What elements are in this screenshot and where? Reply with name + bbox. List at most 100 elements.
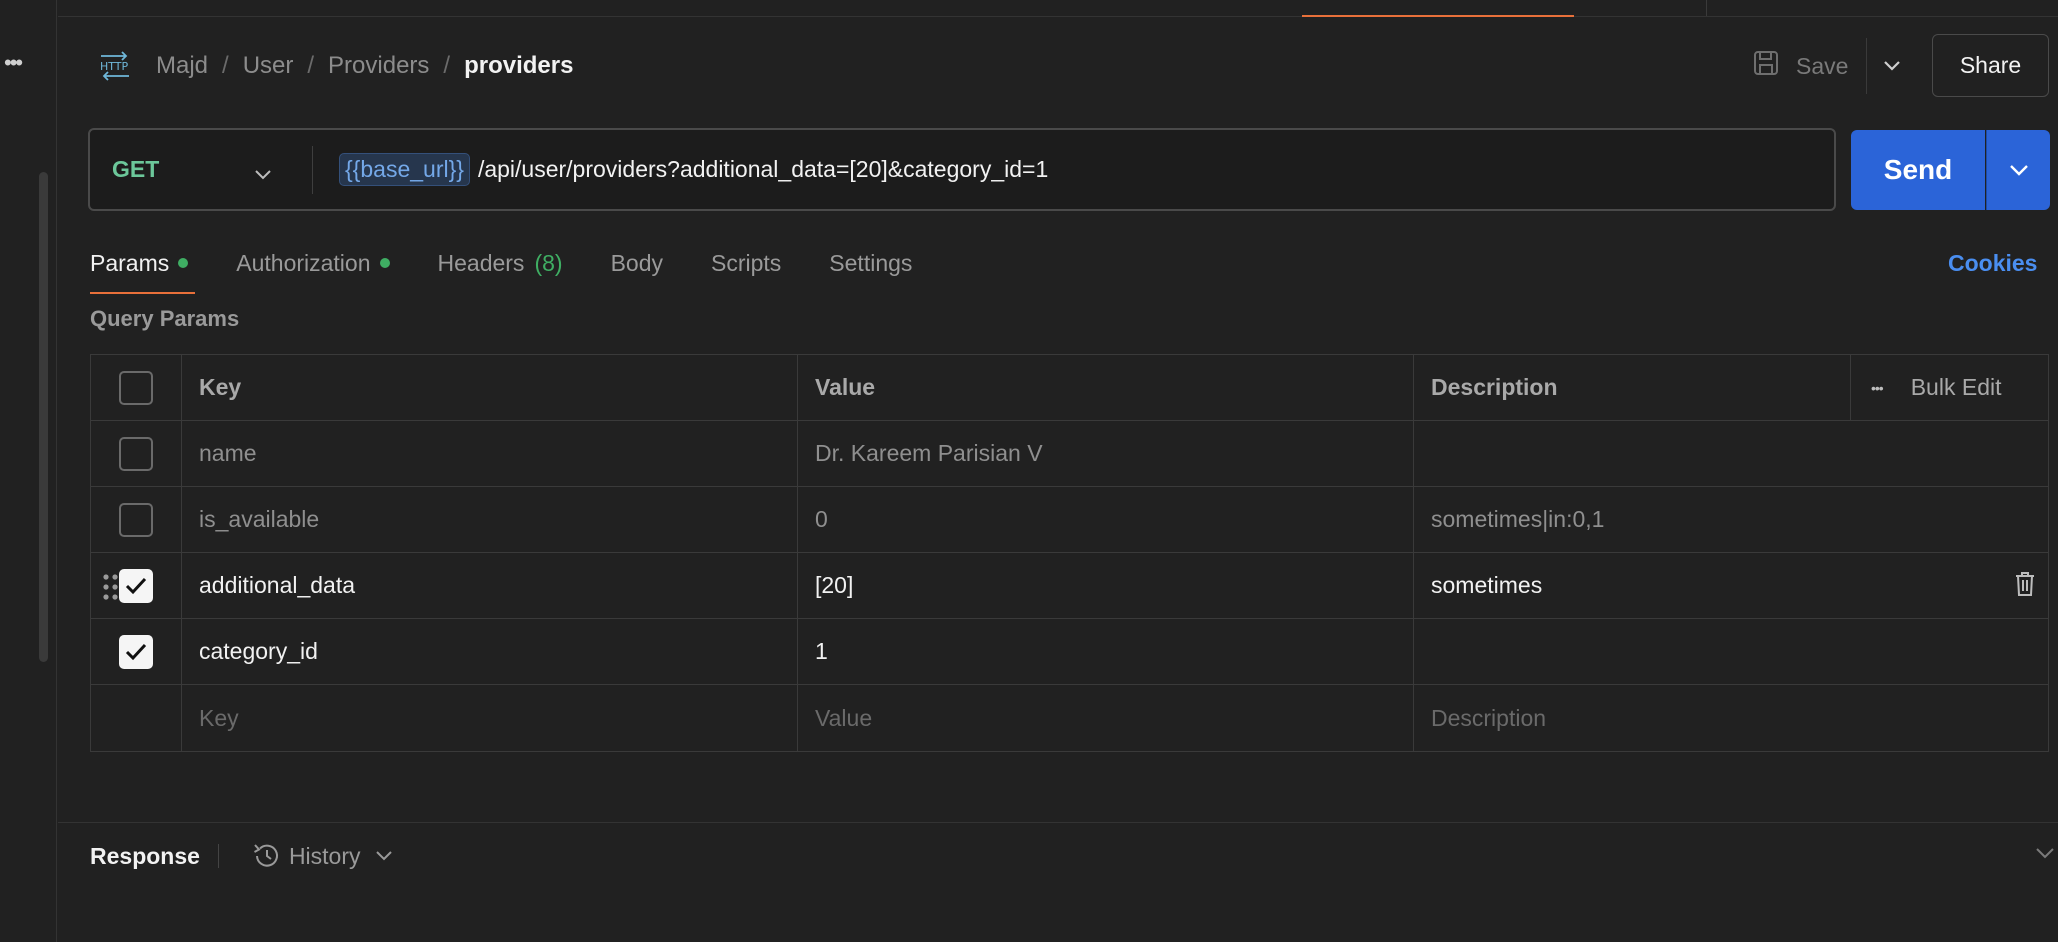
new-key-input[interactable]: Key bbox=[182, 685, 798, 751]
method-label: GET bbox=[112, 156, 160, 182]
table-row: additional_data [20] sometimes bbox=[91, 553, 2048, 619]
param-value[interactable]: 1 bbox=[798, 619, 1414, 684]
bulk-edit-button[interactable]: ••• Bulk Edit bbox=[1851, 355, 2048, 420]
sidebar-scrollbar[interactable] bbox=[39, 172, 48, 662]
column-header-description: Description bbox=[1414, 355, 1851, 420]
http-icon: HTTP bbox=[98, 49, 132, 83]
trash-icon[interactable] bbox=[2014, 571, 2036, 603]
new-param-row: Key Value Description bbox=[91, 685, 2048, 751]
breadcrumb-separator: / bbox=[222, 52, 229, 79]
active-indicator-dot bbox=[379, 258, 390, 268]
history-label: History bbox=[288, 842, 361, 869]
breadcrumb-item-collection[interactable]: User bbox=[243, 52, 294, 80]
drag-handle-icon[interactable] bbox=[103, 573, 119, 606]
new-description-input[interactable]: Description bbox=[1414, 685, 2048, 751]
history-button[interactable]: History bbox=[251, 842, 401, 870]
cookies-link[interactable]: Cookies bbox=[1948, 240, 2037, 286]
breadcrumb-separator: / bbox=[443, 52, 451, 79]
param-value[interactable]: 0 bbox=[798, 487, 1414, 552]
save-icon bbox=[1752, 49, 1780, 83]
column-header-value: Value bbox=[798, 355, 1414, 420]
row-check-cell bbox=[91, 685, 182, 751]
save-button[interactable]: Save bbox=[1752, 46, 1848, 86]
url-bar: GET {{base_url}} /api/user/providers?add… bbox=[88, 128, 1836, 211]
more-options-icon[interactable]: ••• bbox=[4, 50, 23, 76]
tab-label: Headers bbox=[437, 249, 525, 276]
active-indicator-dot bbox=[178, 258, 189, 268]
left-rail: ••• bbox=[0, 0, 57, 942]
breadcrumb: HTTP Majd / User / Providers / providers bbox=[98, 46, 573, 86]
row-checkbox[interactable] bbox=[119, 436, 153, 471]
param-description[interactable] bbox=[1414, 421, 2048, 486]
bulk-edit-label: Bulk Edit bbox=[1910, 374, 2002, 400]
save-label: Save bbox=[1796, 52, 1849, 79]
column-header-key: Key bbox=[182, 355, 798, 420]
tab-label: Authorization bbox=[236, 249, 371, 276]
param-description-text: sometimes bbox=[1431, 572, 1543, 598]
row-checkbox[interactable] bbox=[119, 634, 153, 669]
method-divider bbox=[312, 145, 313, 194]
tab-body[interactable]: Body bbox=[611, 240, 663, 286]
response-header: Response History bbox=[90, 836, 401, 876]
chevron-down-icon bbox=[375, 851, 392, 861]
row-check-cell bbox=[91, 553, 182, 618]
request-tabs: Params Authorization Headers (8) Body Sc… bbox=[90, 240, 960, 294]
request-tab-strip bbox=[58, 0, 2058, 17]
table-header-row: Key Value Description ••• Bulk Edit bbox=[91, 355, 2048, 421]
tab-label: Params bbox=[90, 249, 170, 276]
response-title[interactable]: Response bbox=[90, 843, 200, 870]
param-description[interactable] bbox=[1414, 619, 2048, 684]
new-value-input[interactable]: Value bbox=[798, 685, 1414, 751]
tab-scripts[interactable]: Scripts bbox=[711, 240, 781, 286]
svg-text:HTTP: HTTP bbox=[100, 60, 129, 73]
param-key[interactable]: name bbox=[182, 421, 798, 486]
param-key[interactable]: category_id bbox=[182, 619, 798, 684]
method-selector[interactable]: GET bbox=[90, 130, 312, 209]
save-divider bbox=[1866, 38, 1867, 94]
active-request-tab-indicator[interactable] bbox=[1302, 15, 1574, 17]
param-key[interactable]: additional_data bbox=[182, 553, 798, 618]
select-all-cell bbox=[91, 355, 182, 420]
param-value[interactable]: [20] bbox=[798, 553, 1414, 618]
select-all-checkbox[interactable] bbox=[119, 370, 153, 405]
query-params-title: Query Params bbox=[90, 306, 240, 331]
chevron-down-icon bbox=[254, 160, 272, 187]
breadcrumb-separator: / bbox=[307, 52, 315, 79]
tab-label: Settings bbox=[829, 249, 913, 276]
table-row: category_id 1 bbox=[91, 619, 2048, 685]
row-check-cell bbox=[91, 421, 182, 486]
collapse-response-chevron-icon[interactable] bbox=[2035, 846, 2055, 865]
send-button[interactable]: Send bbox=[1851, 130, 1985, 210]
breadcrumb-item-workspace[interactable]: Majd bbox=[156, 52, 208, 80]
headers-count-badge: (8) bbox=[534, 249, 563, 276]
tab-settings[interactable]: Settings bbox=[829, 240, 912, 286]
tab-label: Body bbox=[610, 249, 663, 276]
row-checkbox[interactable] bbox=[119, 502, 153, 537]
param-description[interactable]: sometimes|in:0,1 bbox=[1414, 487, 2048, 552]
url-variable[interactable]: {{base_url}} bbox=[339, 153, 470, 186]
table-row: is_available 0 sometimes|in:0,1 bbox=[91, 487, 2048, 553]
param-description[interactable]: sometimes bbox=[1414, 553, 2048, 618]
tab-label: Scripts bbox=[711, 249, 782, 276]
row-checkbox[interactable] bbox=[119, 568, 153, 603]
share-button[interactable]: Share bbox=[1932, 34, 2049, 97]
tab-params[interactable]: Params bbox=[90, 240, 196, 294]
response-separator bbox=[217, 844, 219, 868]
breadcrumb-item-folder[interactable]: Providers bbox=[328, 52, 429, 80]
query-params-table: Key Value Description ••• Bulk Edit name… bbox=[90, 354, 2049, 752]
url-input[interactable]: /api/user/providers?additional_data=[20]… bbox=[478, 156, 1048, 183]
tab-headers[interactable]: Headers (8) bbox=[438, 240, 563, 286]
tab-authorization[interactable]: Authorization bbox=[236, 240, 390, 286]
save-options-chevron-down-icon[interactable] bbox=[1878, 50, 1906, 82]
param-key[interactable]: is_available bbox=[182, 487, 798, 552]
param-value[interactable]: Dr. Kareem Parisian V bbox=[798, 421, 1414, 486]
request-name[interactable]: providers bbox=[464, 52, 573, 80]
table-row: name Dr. Kareem Parisian V bbox=[91, 421, 2048, 487]
more-options-icon[interactable]: ••• bbox=[1871, 380, 1884, 396]
row-check-cell bbox=[91, 619, 182, 684]
tab-divider bbox=[1706, 0, 1707, 16]
response-divider bbox=[58, 822, 2058, 823]
history-icon bbox=[253, 844, 278, 867]
row-check-cell bbox=[91, 487, 182, 552]
send-options-chevron-down-icon[interactable] bbox=[1986, 130, 2050, 210]
